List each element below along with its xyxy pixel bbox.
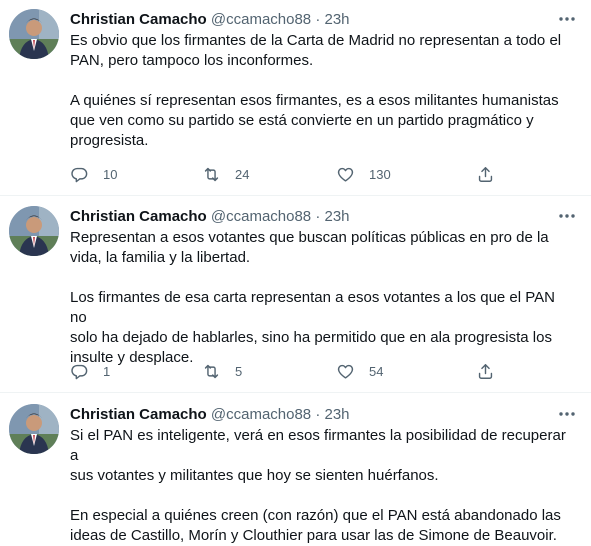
reply-button[interactable]: 1 (70, 360, 110, 382)
retweet-count: 24 (235, 166, 250, 182)
reply-count: 10 (103, 166, 118, 182)
author-handle[interactable]: @ccamacho88 (211, 11, 311, 28)
tweet-text: Si el PAN es inteligente, verá en esos f… (70, 426, 570, 546)
retweet-button[interactable]: 5 (202, 360, 242, 382)
tweet-header: Christian Camacho @ccamacho88 · 23h (70, 10, 350, 30)
tweet-paragraph: Si el PAN es inteligente, verá en esos f… (70, 427, 566, 484)
avatar[interactable] (9, 9, 59, 59)
timestamp[interactable]: 23h (325, 208, 350, 225)
tweet[interactable]: Christian Camacho @ccamacho88 · 23h Repr… (0, 206, 591, 392)
more-icon[interactable] (557, 11, 577, 27)
more-icon[interactable] (557, 406, 577, 422)
tweet-paragraph: En especial a quiénes creen (con razón) … (70, 507, 561, 544)
like-button[interactable]: 130 (336, 163, 391, 185)
tweet-header: Christian Camacho @ccamacho88 · 23h (70, 405, 350, 425)
separator-dot: · (315, 11, 321, 28)
reply-count: 1 (103, 363, 111, 379)
tweet-paragraph: A quiénes sí representan esos firmantes,… (70, 92, 559, 149)
like-icon (336, 362, 355, 381)
tweet-header: Christian Camacho @ccamacho88 · 23h (70, 207, 350, 227)
tweet-paragraph: Es obvio que los firmantes de la Carta d… (70, 32, 562, 69)
retweet-icon (202, 362, 221, 381)
more-icon[interactable] (557, 208, 577, 224)
tweet-actions: 1 5 54 (70, 360, 510, 382)
timestamp[interactable]: 23h (325, 11, 350, 28)
author-name[interactable]: Christian Camacho (70, 11, 207, 28)
author-name[interactable]: Christian Camacho (70, 208, 207, 225)
like-icon (336, 165, 355, 184)
share-icon (476, 165, 495, 184)
avatar[interactable] (9, 206, 59, 256)
timestamp[interactable]: 23h (325, 406, 350, 423)
share-button[interactable] (476, 163, 495, 185)
author-handle[interactable]: @ccamacho88 (211, 406, 311, 423)
tweet-actions: 10 24 130 (70, 163, 510, 185)
tweet-text: Es obvio que los firmantes de la Carta d… (70, 31, 570, 151)
tweet-paragraph: Representan a esos votantes que buscan p… (70, 229, 549, 266)
tweet-paragraph: Los firmantes de esa carta representan a… (70, 289, 555, 366)
avatar[interactable] (9, 404, 59, 454)
tweet-text: Representan a esos votantes que buscan p… (70, 228, 570, 368)
share-icon (476, 362, 495, 381)
reply-icon (70, 362, 89, 381)
separator-dot: · (315, 406, 321, 423)
like-count: 54 (369, 363, 384, 379)
retweet-button[interactable]: 24 (202, 163, 249, 185)
author-handle[interactable]: @ccamacho88 (211, 208, 311, 225)
like-button[interactable]: 54 (336, 360, 383, 382)
reply-icon (70, 165, 89, 184)
tweet-divider (0, 392, 591, 393)
share-button[interactable] (476, 360, 495, 382)
tweet-divider (0, 195, 591, 196)
tweet[interactable]: Christian Camacho @ccamacho88 · 23h Es o… (0, 9, 591, 195)
retweet-icon (202, 165, 221, 184)
separator-dot: · (315, 208, 321, 225)
like-count: 130 (369, 166, 391, 182)
reply-button[interactable]: 10 (70, 163, 117, 185)
retweet-count: 5 (235, 363, 243, 379)
author-name[interactable]: Christian Camacho (70, 406, 207, 423)
tweet[interactable]: Christian Camacho @ccamacho88 · 23h Si e… (0, 404, 591, 544)
